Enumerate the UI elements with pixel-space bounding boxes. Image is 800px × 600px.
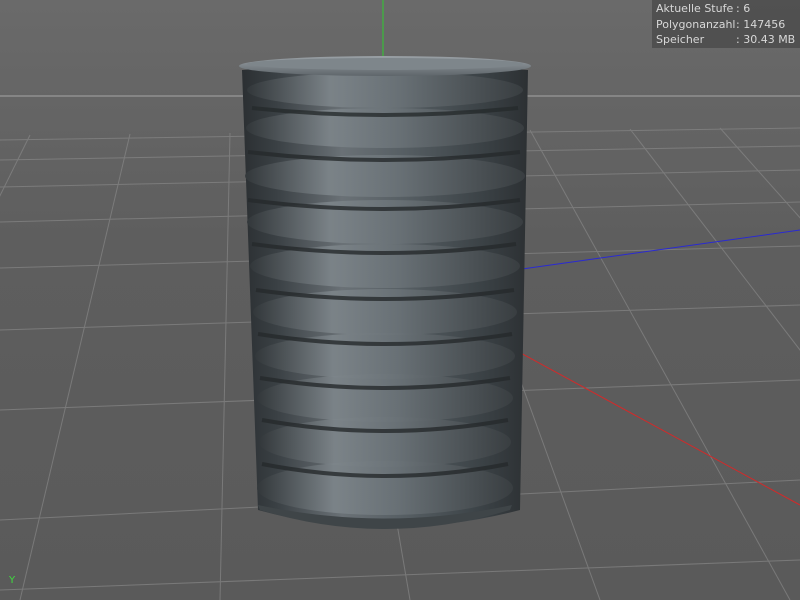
hud-row-level: Aktuelle Stufe : 6 <box>656 1 800 17</box>
hud-value: : 6 <box>736 2 751 15</box>
scene-canvas[interactable] <box>0 0 800 600</box>
hud-row-polygons: Polygonanzahl : 147456 <box>656 17 800 33</box>
hud-key: Speicher <box>656 33 705 46</box>
hud-value: : 30.43 MB <box>736 33 796 46</box>
hud-key: Polygonanzahl <box>656 17 736 31</box>
bellows-object <box>239 56 531 529</box>
3d-viewport[interactable]: Y Aktuelle Stufe : 6 Polygonanzahl : 147… <box>0 0 800 600</box>
stats-overlay: Aktuelle Stufe : 6 Polygonanzahl : 14745… <box>652 0 800 48</box>
z-axis-line <box>514 229 800 271</box>
hud-value: : 147456 <box>736 17 786 31</box>
hud-row-memory: Speicher : 30.43 MB <box>656 32 800 48</box>
hud-key: Aktuelle Stufe <box>656 2 734 15</box>
axis-indicator-y-label: Y <box>9 575 16 586</box>
top-opening <box>247 58 523 70</box>
